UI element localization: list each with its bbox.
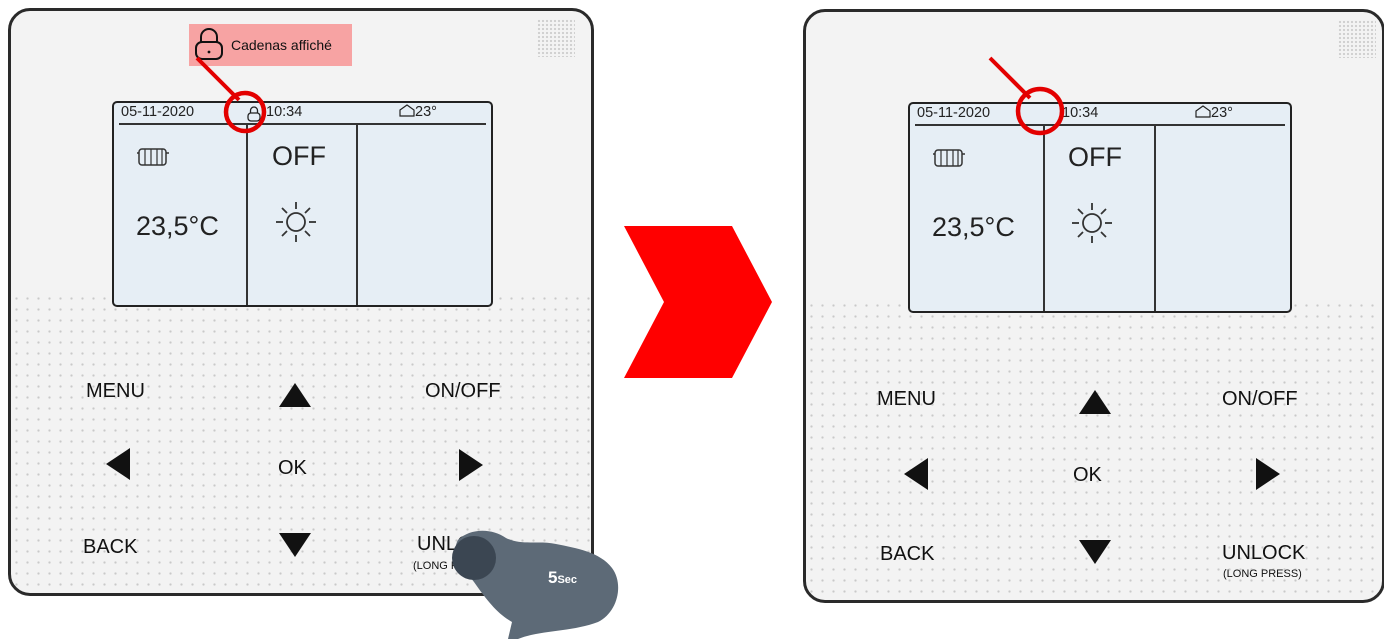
lcd-divider [356, 125, 358, 305]
left-arrow-button[interactable] [904, 458, 928, 490]
lcd-water-temp: 23,5°C [932, 212, 1015, 242]
lock-icon [247, 106, 261, 122]
ok-button[interactable]: OK [278, 457, 307, 480]
back-button[interactable]: BACK [880, 543, 934, 566]
right-arrow-button[interactable] [459, 449, 483, 481]
menu-button[interactable]: MENU [877, 388, 936, 411]
house-icon [1195, 105, 1211, 118]
sun-icon [276, 202, 316, 242]
up-arrow-button[interactable] [279, 383, 311, 407]
back-button[interactable]: BACK [83, 536, 137, 559]
unlock-button[interactable]: UNLOCK [1222, 542, 1305, 565]
up-arrow-button[interactable] [1079, 390, 1111, 414]
on-off-button[interactable]: ON/OFF [1222, 388, 1298, 411]
callout-text: Cadenas affiché [231, 37, 332, 53]
sun-icon [1072, 203, 1112, 243]
lcd-time: 10:34 [266, 104, 303, 120]
lcd-time: 10:34 [1062, 105, 1099, 121]
radiator-icon [137, 148, 169, 166]
lcd-divider [1154, 126, 1156, 311]
unlock-hint: (LONG PRESS) [1223, 568, 1302, 580]
lcd-divider [1043, 126, 1045, 311]
pressing-finger-icon [452, 530, 619, 639]
controller-panel-unlocked: 05-11-2020 10:34 23° OFF 23,5°C MENU ON/… [803, 9, 1384, 603]
menu-button[interactable]: MENU [86, 380, 145, 403]
lock-callout: Cadenas affiché [189, 24, 352, 66]
speaker-grille [1338, 20, 1376, 58]
lcd-screen: 05-11-2020 10:34 23° OFF 23,5°C [908, 102, 1292, 313]
down-arrow-button[interactable] [1079, 540, 1111, 564]
house-icon [399, 104, 415, 117]
controller-panel-locked: 05-11-2020 10:34 23° OFF 23,5°C MENU ON/… [8, 8, 594, 596]
lcd-water-temp: 23,5°C [136, 211, 219, 241]
lcd-mode: OFF [1068, 142, 1122, 172]
lcd-divider [246, 125, 248, 305]
left-arrow-button[interactable] [106, 448, 130, 480]
lcd-status-bar: 05-11-2020 10:34 23° [915, 104, 1285, 126]
lcd-room-temp: 23° [399, 104, 437, 120]
transition-arrow-icon [624, 226, 772, 378]
speaker-grille [537, 19, 575, 57]
radiator-icon [933, 149, 965, 167]
ok-button[interactable]: OK [1073, 464, 1102, 487]
lock-icon [195, 28, 223, 60]
lcd-date: 05-11-2020 [121, 104, 195, 120]
press-duration-label: 5Sec [548, 568, 578, 587]
lcd-room-temp: 23° [1195, 105, 1233, 121]
lcd-screen: 05-11-2020 10:34 23° OFF 23,5°C [112, 101, 493, 307]
on-off-button[interactable]: ON/OFF [425, 380, 501, 403]
down-arrow-button[interactable] [279, 533, 311, 557]
lcd-mode: OFF [272, 141, 326, 171]
lcd-status-bar: 05-11-2020 10:34 23° [119, 103, 486, 125]
right-arrow-button[interactable] [1256, 458, 1280, 490]
lcd-date: 05-11-2020 [917, 105, 991, 121]
